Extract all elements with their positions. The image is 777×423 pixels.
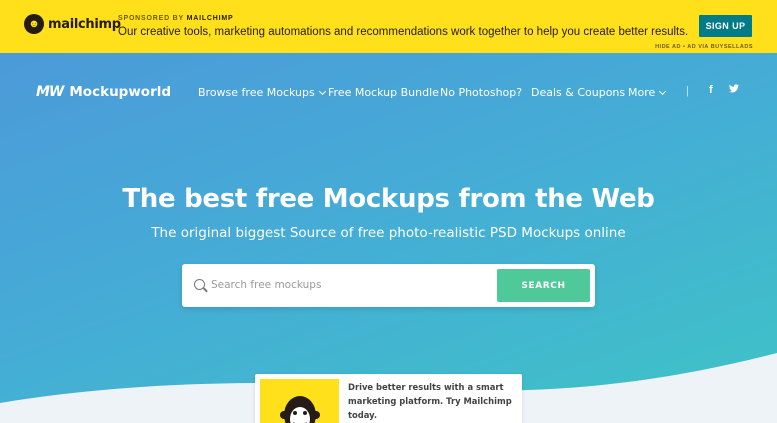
nav-item-deals-coupons[interactable]: Deals & Coupons: [531, 86, 625, 99]
nav-item-label: Deals & Coupons: [531, 86, 626, 99]
search-bar: SEARCH: [182, 264, 595, 307]
facebook-icon[interactable]: f: [709, 84, 713, 96]
ad-signup-button[interactable]: SIGN UP: [699, 15, 752, 37]
nav-item-free-mockup-bundle[interactable]: Free Mockup Bundle: [328, 86, 439, 99]
mailchimp-wordmark: mailchimp: [48, 16, 121, 32]
mailchimp-promo-image[interactable]: [260, 379, 339, 423]
hide-ad-link[interactable]: HIDE AD • AD VIA BUYSELLADS: [655, 44, 753, 50]
promo-card[interactable]: Drive better results with a smart market…: [255, 374, 522, 423]
sponsored-prefix: SPONSORED BY: [118, 15, 184, 22]
search-icon: [194, 279, 205, 290]
nav-item-label: Free Mockup Bundle: [328, 86, 439, 99]
main-nav: MW Mockupworld Browse free Mockups Free …: [0, 53, 777, 133]
chevron-down-icon: [659, 87, 667, 95]
nav-separator: |: [686, 85, 689, 97]
nav-item-more[interactable]: More: [628, 86, 667, 99]
mailchimp-freddie-icon: ☻: [24, 14, 44, 34]
nav-item-label: No Photoshop?: [440, 86, 523, 99]
brand-logo[interactable]: MW Mockupworld: [36, 84, 171, 100]
nav-item-label: More: [628, 86, 656, 99]
sponsor-banner[interactable]: ☻ mailchimp SPONSORED BY MAILCHIMP Our c…: [0, 0, 777, 53]
mailchimp-logo[interactable]: ☻ mailchimp: [24, 14, 121, 34]
nav-item-no-photoshop[interactable]: No Photoshop?: [440, 86, 522, 99]
sponsored-label: SPONSORED BY MAILCHIMP: [118, 15, 234, 22]
brand-name: Mockupworld: [69, 84, 172, 100]
search-input[interactable]: [211, 272, 491, 298]
twitter-icon[interactable]: [729, 84, 739, 96]
search-button[interactable]: SEARCH: [497, 269, 590, 302]
hero-title: The best free Mockups from the Web: [122, 184, 655, 214]
chevron-down-icon: [318, 87, 326, 95]
nav-item-label: Browse free Mockups: [198, 86, 315, 99]
ad-copy[interactable]: Our creative tools, marketing automation…: [118, 26, 688, 38]
promo-text[interactable]: Drive better results with a smart market…: [348, 380, 520, 422]
mockupworld-logo-icon: MW: [36, 84, 64, 100]
nav-item-browse-free-mockups[interactable]: Browse free Mockups: [198, 86, 326, 99]
hero-section: MW Mockupworld Browse free Mockups Free …: [0, 53, 777, 423]
sponsored-brand: MAILCHIMP: [186, 15, 234, 22]
hero-subtitle: The original biggest Source of free phot…: [151, 225, 626, 241]
